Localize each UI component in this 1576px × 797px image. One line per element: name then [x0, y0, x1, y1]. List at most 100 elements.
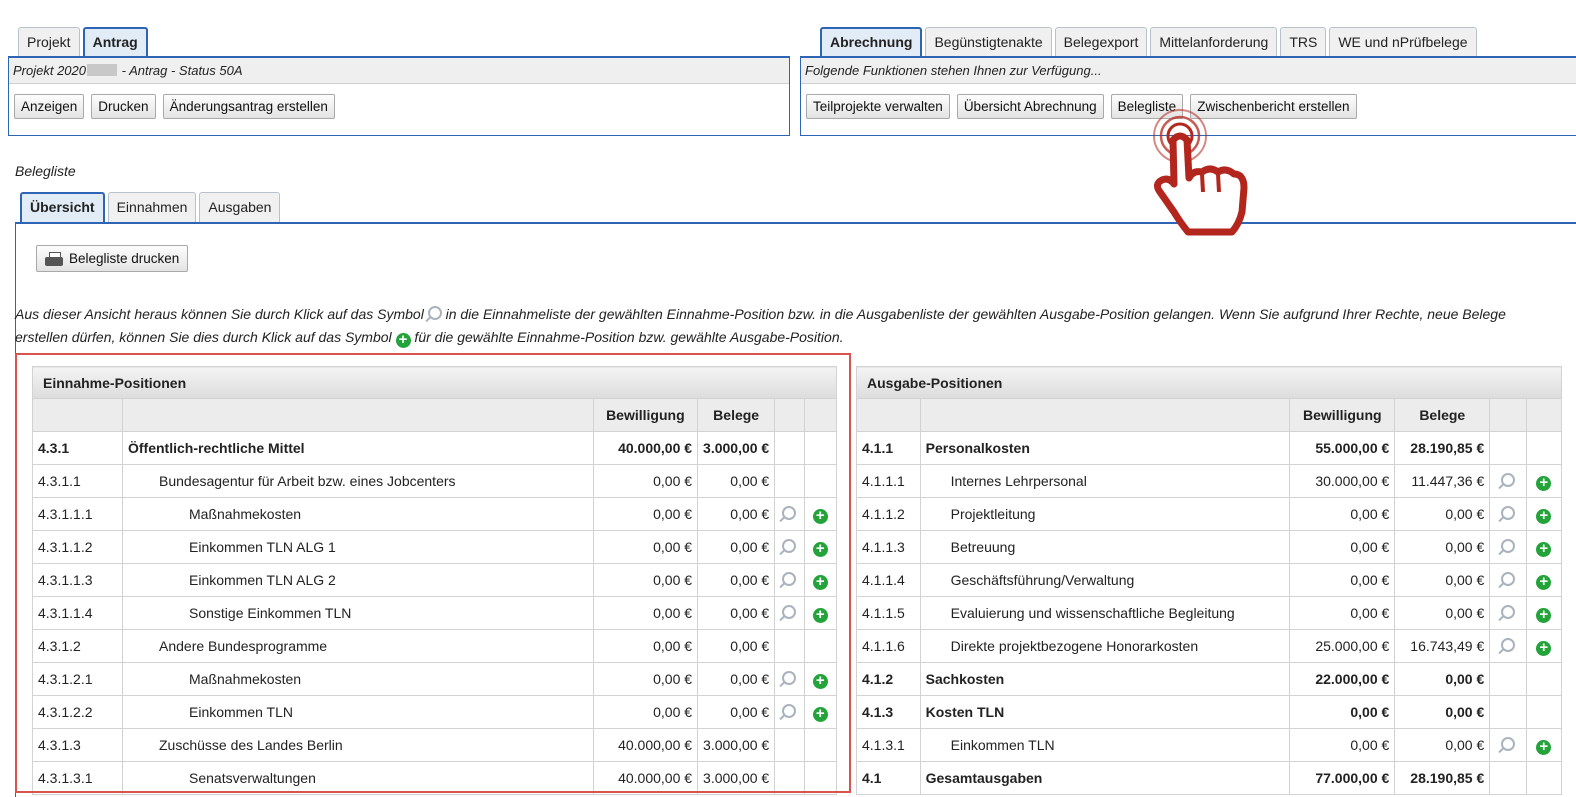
position-code: 4.1.1.5: [856, 596, 921, 630]
magnifier-icon[interactable]: [782, 704, 797, 718]
teilprojekte-button[interactable]: Teilprojekte verwalten: [806, 94, 950, 119]
position-name: Einkommen TLN: [122, 695, 594, 729]
col-bewilligung: Bewilligung: [592, 398, 699, 432]
plus-circle-icon[interactable]: +: [1536, 739, 1552, 755]
belege-value: 3.000,00 €: [697, 761, 776, 795]
tab-ausgaben[interactable]: Ausgaben: [199, 192, 281, 222]
tab-belegexport[interactable]: Belegexport: [1054, 27, 1148, 57]
magnifier-icon[interactable]: [1500, 605, 1515, 619]
position-code: 4.3.1.1.1: [32, 497, 123, 531]
belege-value: 0,00 €: [1394, 662, 1491, 696]
bewilligung-value: 40.000,00 €: [592, 431, 699, 465]
tab-abrechnung[interactable]: Abrechnung: [820, 27, 923, 57]
bewilligung-value: 40.000,00 €: [592, 761, 699, 795]
tab-trs[interactable]: TRS: [1280, 27, 1327, 57]
plus-circle-icon[interactable]: +: [1536, 541, 1552, 557]
position-row: 4.3.1.1.1 Maßnahmekosten 0,00 €0,00 € +: [32, 497, 838, 531]
plus-circle-icon[interactable]: +: [1536, 574, 1552, 590]
magnifier-icon[interactable]: [1500, 572, 1515, 586]
magnifier-icon[interactable]: [1500, 506, 1515, 520]
position-row: 4.1.1 Personalkosten 55.000,00 €28.190,85 …: [856, 431, 1563, 465]
magnifier-icon[interactable]: [782, 671, 797, 685]
plus-circle-icon[interactable]: +: [812, 607, 828, 623]
section-title: Belegliste: [15, 163, 76, 179]
magnifier-icon[interactable]: [782, 605, 797, 619]
position-name: Internes Lehrpersonal: [919, 464, 1291, 498]
belege-value: 16.743,49 €: [1394, 629, 1491, 663]
belege-value: 0,00 €: [697, 662, 776, 696]
bewilligung-value: 0,00 €: [592, 464, 699, 498]
position-row: 4.1.1.1 Internes Lehrpersonal 30.000,00 €1…: [856, 464, 1563, 498]
belege-value: 0,00 €: [697, 497, 776, 531]
bewilligung-value: 0,00 €: [592, 629, 699, 663]
position-row: 4.3.1.1.4 Sonstige Einkommen TLN 0,00 €0,0…: [32, 596, 838, 630]
einnahme-positionen-table: Einnahme-Positionen Bewilligung Belege 4.…: [32, 366, 838, 795]
position-code: 4.1.3: [856, 695, 921, 729]
plus-circle-icon[interactable]: +: [812, 673, 828, 689]
tab-uebersicht[interactable]: Übersicht: [20, 192, 105, 222]
bewilligung-value: 0,00 €: [1289, 695, 1396, 729]
bewilligung-value: 55.000,00 €: [1289, 431, 1396, 465]
uebersicht-abrechnung-button[interactable]: Übersicht Abrechnung: [956, 94, 1104, 119]
bewilligung-value: 0,00 €: [1289, 497, 1396, 531]
tab-we-npruefbelege[interactable]: WE und nPrüfbelege: [1329, 27, 1477, 57]
position-name: Maßnahmekosten: [122, 662, 594, 696]
magnifier-icon[interactable]: [782, 539, 797, 553]
magnifier-icon[interactable]: [1500, 737, 1515, 751]
belege-value: 0,00 €: [1394, 695, 1491, 729]
belege-value: 0,00 €: [697, 563, 776, 597]
plus-circle-icon[interactable]: +: [812, 508, 828, 524]
tab-einnahmen[interactable]: Einnahmen: [107, 192, 197, 222]
aenderungsantrag-button[interactable]: Änderungsantrag erstellen: [162, 94, 335, 119]
belege-value: 0,00 €: [697, 596, 776, 630]
position-name: Senatsverwaltungen: [122, 761, 594, 795]
tab-mittelanforderung[interactable]: Mittelanforderung: [1150, 27, 1278, 57]
plus-circle-icon[interactable]: +: [812, 541, 828, 557]
position-row: 4.3.1.2 Andere Bundesprogramme 0,00 €0,00 …: [32, 629, 838, 663]
position-code: 4.1.1.2: [856, 497, 921, 531]
belege-value: 28.190,85 €: [1394, 761, 1491, 795]
magnifier-icon[interactable]: [1500, 638, 1515, 652]
plus-circle-icon[interactable]: +: [1536, 607, 1552, 623]
position-code: 4.1.1.4: [856, 563, 921, 597]
position-name: Personalkosten: [919, 431, 1291, 465]
plus-circle-icon: +: [395, 332, 411, 348]
position-row: 4.3.1.2.1 Maßnahmekosten 0,00 €0,00 € +: [32, 662, 838, 696]
tab-projekt[interactable]: Projekt: [18, 27, 80, 57]
col-belege: Belege: [697, 398, 776, 432]
position-name: Gesamtausgaben: [919, 761, 1291, 795]
tab-beguenstigtenakte[interactable]: Begünstigtenakte: [925, 27, 1052, 57]
position-row: 4.3.1.3 Zuschüsse des Landes Berlin 40.000…: [32, 728, 838, 762]
position-row: 4.1.1.6 Direkte projektbezogene Honorarko…: [856, 629, 1563, 663]
bewilligung-value: 40.000,00 €: [592, 728, 699, 762]
anzeigen-button[interactable]: Anzeigen: [14, 94, 85, 119]
plus-circle-icon[interactable]: +: [1536, 475, 1552, 491]
magnifier-icon[interactable]: [1500, 539, 1515, 553]
position-row: 4.1.1.4 Geschäftsführung/Verwaltung 0,00 €…: [856, 563, 1563, 597]
bewilligung-value: 22.000,00 €: [1289, 662, 1396, 696]
belegliste-drucken-button[interactable]: Belegliste drucken: [36, 245, 189, 272]
tab-antrag[interactable]: Antrag: [82, 27, 148, 57]
plus-circle-icon[interactable]: +: [1536, 640, 1552, 656]
magnifier-icon[interactable]: [1500, 473, 1515, 487]
ausgabe-positionen-table: Ausgabe-Positionen Bewilligung Belege 4.1…: [856, 366, 1563, 795]
magnifier-icon[interactable]: [782, 506, 797, 520]
position-row: 4.1.3.1 Einkommen TLN 0,00 €0,00 € +: [856, 728, 1563, 762]
bewilligung-value: 0,00 €: [1289, 596, 1396, 630]
position-code: 4.3.1.3.1: [32, 761, 123, 795]
drucken-button[interactable]: Drucken: [91, 94, 156, 119]
belege-value: 0,00 €: [697, 530, 776, 564]
belege-value: 0,00 €: [1394, 728, 1491, 762]
magnifier-icon[interactable]: [782, 572, 797, 586]
belege-value: 0,00 €: [1394, 530, 1491, 564]
position-code: 4.3.1.1.4: [32, 596, 123, 630]
plus-circle-icon[interactable]: +: [812, 574, 828, 590]
plus-circle-icon[interactable]: +: [1536, 508, 1552, 524]
position-code: 4.3.1.2.2: [32, 695, 123, 729]
bewilligung-value: 0,00 €: [592, 563, 699, 597]
position-row: 4.1 Gesamtausgaben 77.000,00 €28.190,85 €: [856, 761, 1563, 795]
magnifier-icon: [427, 306, 442, 320]
redacted-block: [87, 64, 117, 76]
position-code: 4.1.3.1: [856, 728, 921, 762]
plus-circle-icon[interactable]: +: [812, 706, 828, 722]
